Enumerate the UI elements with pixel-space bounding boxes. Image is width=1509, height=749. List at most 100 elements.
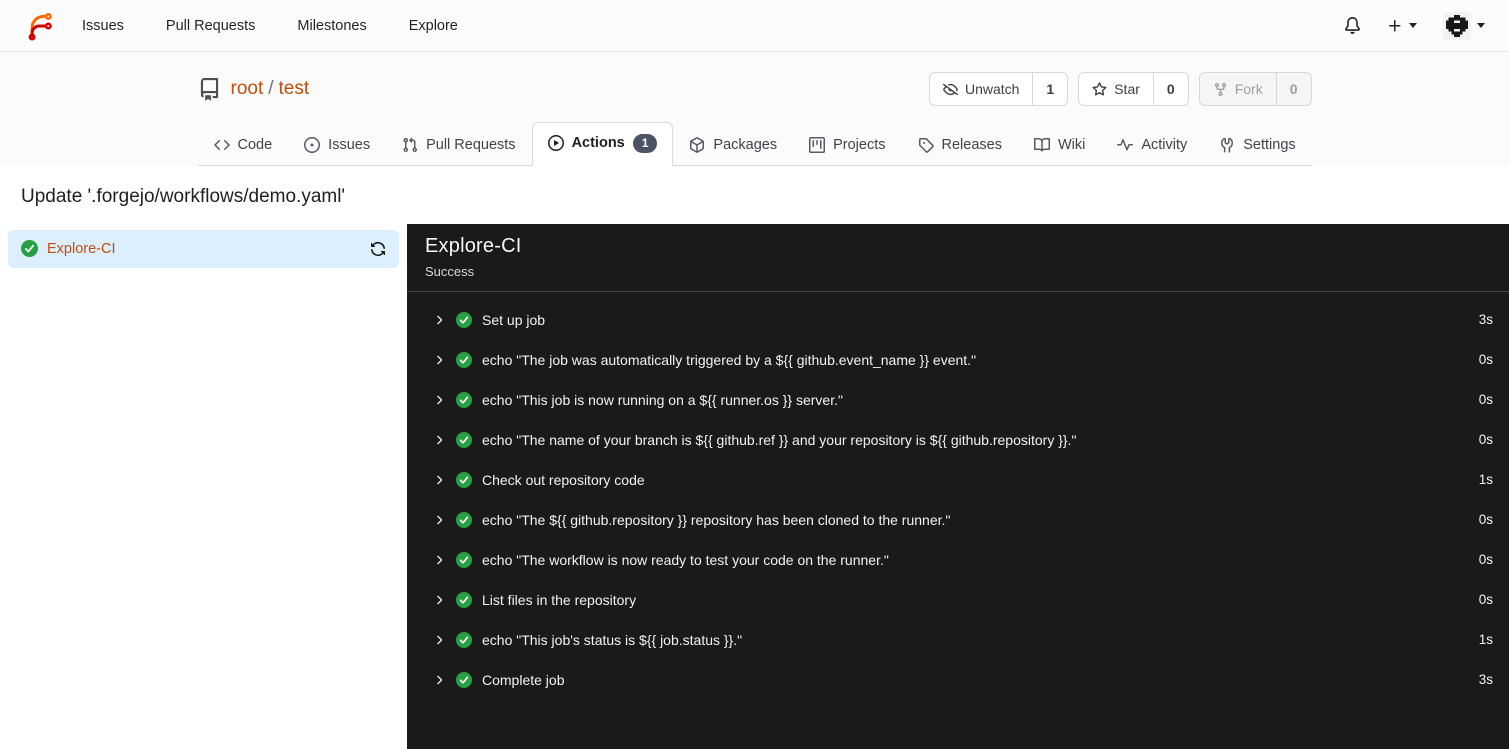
step-row[interactable]: Complete job 3s [407, 660, 1509, 700]
step-duration: 3s [1478, 672, 1493, 688]
step-row[interactable]: Set up job 3s [407, 300, 1509, 340]
rerun-job-icon[interactable] [370, 241, 386, 257]
book-open-icon [1033, 137, 1050, 152]
check-circle-icon [456, 631, 472, 648]
tab-label: Pull Requests [426, 136, 516, 153]
step-row[interactable]: echo "This job's status is ${{ job.statu… [407, 620, 1509, 660]
issue-circle-icon [304, 136, 321, 153]
chevron-right-icon [432, 513, 446, 527]
step-name: Complete job [482, 671, 565, 688]
tab-issues[interactable]: Issues [288, 125, 386, 166]
nav-link-issues[interactable]: Issues [82, 18, 124, 34]
tab-label: Settings [1243, 136, 1296, 153]
fork-button: Fork 0 [1198, 72, 1312, 106]
notifications-bell-icon[interactable] [1344, 17, 1361, 34]
check-circle-icon [456, 311, 472, 328]
step-name: echo "The job was automatically triggere… [482, 351, 977, 368]
star-label: Star [1114, 81, 1140, 97]
step-duration: 3s [1478, 312, 1493, 328]
tab-releases[interactable]: Releases [902, 125, 1018, 166]
tab-label: Packages [713, 136, 778, 153]
chevron-right-icon [432, 473, 446, 487]
step-name: echo "The workflow is now ready to test … [482, 551, 889, 568]
step-row[interactable]: echo "This job is now running on a ${{ r… [407, 380, 1509, 420]
tab-pull-requests[interactable]: Pull Requests [386, 125, 531, 166]
nav-link-milestones[interactable]: Milestones [297, 18, 366, 34]
step-duration: 0s [1478, 432, 1493, 448]
steps-list: Set up job 3s echo "The job was automati… [407, 292, 1509, 708]
tab-label: Code [237, 136, 273, 153]
step-duration: 0s [1478, 592, 1493, 608]
chevron-right-icon [432, 633, 446, 647]
actions-count-badge: 1 [632, 134, 658, 153]
check-circle-icon [456, 351, 472, 368]
package-icon [690, 136, 705, 153]
star-button[interactable]: Star 0 [1078, 72, 1189, 106]
step-name: Check out repository code [482, 471, 645, 488]
check-circle-icon [456, 671, 472, 688]
unwatch-label: Unwatch [964, 81, 1020, 97]
forgejo-logo-icon[interactable] [24, 11, 54, 41]
repo-name-link[interactable]: test [279, 78, 310, 99]
step-duration: 0s [1478, 512, 1493, 528]
fork-label: Fork [1234, 81, 1263, 97]
forgejo-actions-page: Issues Pull Requests Milestones Explore [0, 0, 1509, 749]
user-menu[interactable] [1443, 11, 1485, 40]
nav-link-pull-requests[interactable]: Pull Requests [166, 18, 255, 34]
step-duration: 1s [1478, 632, 1493, 648]
job-log-panel: Explore-CI Success Set up job 3s echo "T… [407, 223, 1509, 749]
step-name: echo "The ${{ github.repository }} repos… [482, 511, 951, 528]
tab-wiki[interactable]: Wiki [1018, 125, 1101, 166]
watch-count[interactable]: 1 [1032, 73, 1067, 105]
step-row[interactable]: echo "The ${{ github.repository }} repos… [407, 500, 1509, 540]
panel-job-status: Success [425, 263, 475, 279]
repo-tab-bar: Code Issues Pull Requests Actions 1 Pack… [197, 122, 1312, 166]
check-circle-icon [456, 431, 472, 448]
tab-packages[interactable]: Packages [673, 125, 793, 166]
chevron-right-icon [432, 593, 446, 607]
workflow-run-title: Update '.forgejo/workflows/demo.yaml' [21, 185, 346, 207]
nav-link-explore[interactable]: Explore [409, 18, 458, 34]
code-icon [213, 139, 230, 150]
chevron-right-icon [432, 433, 446, 447]
project-board-icon [809, 136, 826, 153]
panel-job-name: Explore-CI [425, 234, 522, 257]
job-item-explore-ci[interactable]: Explore-CI [8, 229, 399, 268]
check-circle-icon [21, 240, 38, 258]
job-log-header: Explore-CI Success [407, 224, 1509, 292]
step-row[interactable]: Check out repository code 1s [407, 460, 1509, 500]
git-fork-icon [1214, 82, 1226, 96]
check-circle-icon [456, 391, 472, 408]
create-new-menu[interactable] [1387, 18, 1417, 34]
repo-path-separator: / [268, 78, 274, 99]
repo-owner-link[interactable]: root [231, 78, 264, 99]
step-row[interactable]: echo "The name of your branch is ${{ git… [407, 420, 1509, 460]
repo-title: root / test [198, 77, 310, 101]
tab-label: Issues [328, 136, 371, 153]
plus-icon [1389, 19, 1401, 31]
top-navbar: Issues Pull Requests Milestones Explore [0, 0, 1509, 52]
tab-label: Activity [1141, 136, 1188, 153]
tab-code[interactable]: Code [198, 125, 289, 166]
step-name: List files in the repository [482, 591, 637, 608]
unwatch-button[interactable]: Unwatch 1 [928, 72, 1069, 106]
check-circle-icon [456, 471, 472, 488]
step-row[interactable]: List files in the repository 0s [407, 580, 1509, 620]
tab-activity[interactable]: Activity [1101, 125, 1203, 166]
step-name: Set up job [482, 311, 546, 328]
tag-icon [918, 137, 934, 153]
run-view: Explore-CI Explore-CI Success Set up job… [0, 223, 1509, 749]
tab-actions[interactable]: Actions 1 [531, 122, 674, 166]
tab-settings[interactable]: Settings [1203, 125, 1311, 166]
step-duration: 0s [1478, 552, 1493, 568]
check-circle-icon [456, 591, 472, 608]
primary-nav: Issues Pull Requests Milestones Explore [82, 18, 458, 34]
star-count[interactable]: 0 [1152, 73, 1188, 105]
step-name: echo "This job's status is ${{ job.statu… [482, 631, 743, 648]
repo-header: root / test Unwatch 1 Star 0 Fork 0 Code… [0, 52, 1509, 166]
tab-projects[interactable]: Projects [793, 125, 901, 166]
step-row[interactable]: echo "The workflow is now ready to test … [407, 540, 1509, 580]
step-row[interactable]: echo "The job was automatically triggere… [407, 340, 1509, 380]
run-title-bar: Update '.forgejo/workflows/demo.yaml' [0, 165, 1509, 224]
tools-icon [1221, 137, 1234, 153]
